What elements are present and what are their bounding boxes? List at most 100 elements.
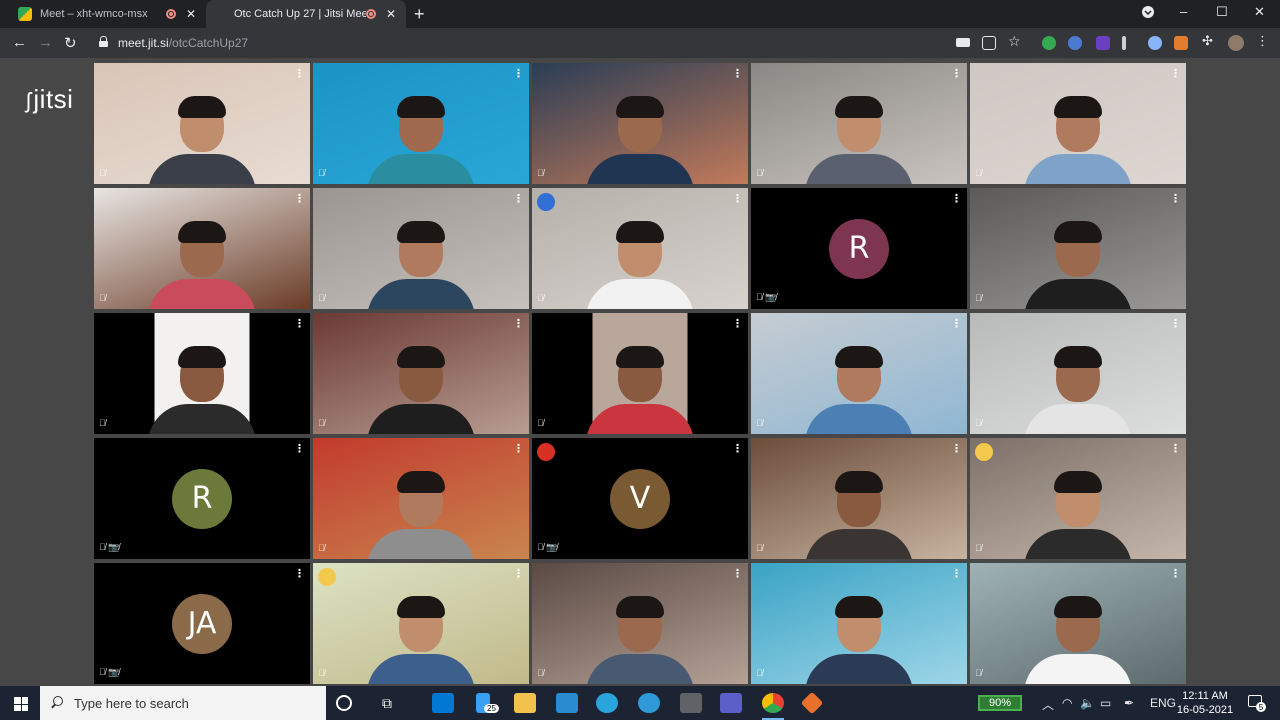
participant-tile[interactable]: 🎙̸ ⋮ [532,63,748,184]
chrome-icon[interactable] [762,693,784,720]
participant-tile[interactable]: 🎙̸ ⋮ [313,438,529,559]
tile-menu-icon[interactable]: ⋮ [732,317,743,330]
mail-app-icon[interactable] [432,693,454,713]
tile-menu-icon[interactable]: ⋮ [951,317,962,330]
browser-menu-icon[interactable]: ⋮ [1256,33,1270,48]
cortana-icon[interactable] [336,695,352,711]
battery-indicator[interactable]: 90% [978,695,1022,711]
install-app-icon[interactable] [982,36,996,50]
jitsi-logo[interactable]: ʃjitsi [26,84,73,115]
task-view-icon[interactable]: ⧉ [376,693,398,713]
extension-react-icon[interactable] [1068,36,1082,50]
back-button[interactable]: ← [12,34,27,51]
profile-avatar[interactable] [1228,35,1244,51]
tile-menu-icon[interactable]: ⋮ [294,567,305,580]
tile-menu-icon[interactable]: ⋮ [294,192,305,205]
participant-tile[interactable]: 🎙̸ ⋮ [94,313,310,434]
calculator-icon[interactable] [680,693,702,713]
participant-tile[interactable]: 🎙̸ ⋮ [970,188,1186,309]
telegram-icon[interactable] [596,693,618,713]
extension-orange-icon[interactable] [1174,36,1188,50]
show-hidden-icons-chevron-icon[interactable]: ︿ [1042,696,1054,713]
participant-tile[interactable]: 🎙̸ ⋮ [532,188,748,309]
git-app-icon[interactable] [800,691,824,715]
participant-tile[interactable]: 🎙̸ ⋮ [313,63,529,184]
connection-status-icon[interactable] [318,568,336,586]
participant-tile[interactable]: 🎙̸ ⋮ [751,63,967,184]
tile-menu-icon[interactable]: ⋮ [732,67,743,80]
participant-tile[interactable]: 🎙̸ ⋮ [313,188,529,309]
edge-icon[interactable] [638,693,660,713]
participant-tile[interactable]: R 🎙̸ 📷̸ ⋮ [751,188,967,309]
tile-menu-icon[interactable]: ⋮ [513,567,524,580]
extension-pen-icon[interactable] [1122,36,1126,50]
extension-purple-icon[interactable] [1096,36,1110,50]
participant-tile[interactable]: V 🎙̸ 📷̸ ⋮ [532,438,748,559]
tile-menu-icon[interactable]: ⋮ [951,567,962,580]
bookmark-star-icon[interactable]: ☆ [1008,33,1022,49]
taskbar-search-box[interactable]: Type here to search [40,686,326,720]
tile-menu-icon[interactable]: ⋮ [294,442,305,455]
close-tab-icon[interactable]: ✕ [386,7,396,21]
file-explorer-icon[interactable] [514,693,536,713]
vscode-icon[interactable] [556,693,578,713]
teams-icon[interactable] [720,693,742,713]
participant-tile[interactable]: 🎙̸ ⋮ [970,63,1186,184]
new-tab-button[interactable]: + [414,4,425,25]
tile-menu-icon[interactable]: ⋮ [294,67,305,80]
participant-tile[interactable]: 🎙̸ ⋮ [970,563,1186,684]
wifi-icon[interactable]: ◠ [1062,696,1072,710]
taskbar-clock[interactable]: 12:11 AM 16-05-2021 [1172,689,1238,717]
participant-tile[interactable]: 🎙̸ ⋮ [751,563,967,684]
lock-icon[interactable] [99,36,108,47]
participant-tile[interactable]: 🎙̸ ⋮ [313,563,529,684]
tile-menu-icon[interactable]: ⋮ [294,317,305,330]
extensions-puzzle-icon[interactable]: ✣ [1202,33,1216,48]
tile-menu-icon[interactable]: ⋮ [513,67,524,80]
address-bar[interactable]: meet.jit.si/otcCatchUp27 [90,31,940,55]
tile-menu-icon[interactable]: ⋮ [1170,67,1181,80]
participant-tile[interactable]: R 🎙̸ 📷̸ ⋮ [94,438,310,559]
close-window-button[interactable]: ✕ [1254,4,1265,20]
participant-tile[interactable]: 🎙̸ ⋮ [313,313,529,434]
windows-start-icon[interactable] [14,697,28,711]
extension-green-icon[interactable] [1042,36,1056,50]
maximize-button[interactable]: ☐ [1216,4,1228,20]
tile-menu-icon[interactable]: ⋮ [1170,192,1181,205]
battery-tray-icon[interactable]: ▭ [1100,696,1111,710]
participant-tile[interactable]: 🎙̸ ⋮ [970,313,1186,434]
tile-menu-icon[interactable]: ⋮ [951,192,962,205]
tile-menu-icon[interactable]: ⋮ [513,192,524,205]
tile-menu-icon[interactable]: ⋮ [1170,317,1181,330]
tile-menu-icon[interactable]: ⋮ [732,567,743,580]
participant-tile[interactable]: 🎙̸ ⋮ [532,313,748,434]
camera-icon[interactable] [956,38,970,47]
participant-tile[interactable]: 🎙̸ ⋮ [751,438,967,559]
participant-tile[interactable]: 🎙̸ ⋮ [94,63,310,184]
tile-menu-icon[interactable]: ⋮ [732,192,743,205]
extension-globe-icon[interactable] [1148,36,1162,50]
participant-tile[interactable]: 🎙̸ ⋮ [94,188,310,309]
tile-menu-icon[interactable]: ⋮ [1170,567,1181,580]
participant-tile[interactable]: 🎙̸ ⋮ [970,438,1186,559]
tile-menu-icon[interactable]: ⋮ [1170,442,1181,455]
tile-menu-icon[interactable]: ⋮ [951,442,962,455]
participant-tile[interactable]: JA 🎙̸ 📷̸ ⋮ [94,563,310,684]
tile-menu-icon[interactable]: ⋮ [951,67,962,80]
close-tab-icon[interactable]: ✕ [186,7,196,21]
tab-search-chevron-icon[interactable] [1142,6,1154,21]
tile-menu-icon[interactable]: ⋮ [513,317,524,330]
tab-google-meet[interactable]: Meet – xht-wmco-msx ✕ [8,0,206,28]
connection-status-icon[interactable] [537,443,555,461]
tile-menu-icon[interactable]: ⋮ [732,442,743,455]
minimize-button[interactable]: – [1180,4,1187,19]
tab-jitsi-meet[interactable]: Otc Catch Up 27 | Jitsi Meet ✕ [206,0,406,28]
forward-button[interactable]: → [38,34,53,51]
reload-button[interactable]: ↻ [64,34,77,52]
tile-menu-icon[interactable]: ⋮ [513,442,524,455]
pen-icon[interactable]: ✒ [1124,696,1134,710]
participant-tile[interactable]: 🎙̸ ⋮ [532,563,748,684]
participant-tile[interactable]: 🎙̸ ⋮ [751,313,967,434]
volume-icon[interactable]: 🔈 [1080,696,1095,710]
connection-status-icon[interactable] [975,443,993,461]
